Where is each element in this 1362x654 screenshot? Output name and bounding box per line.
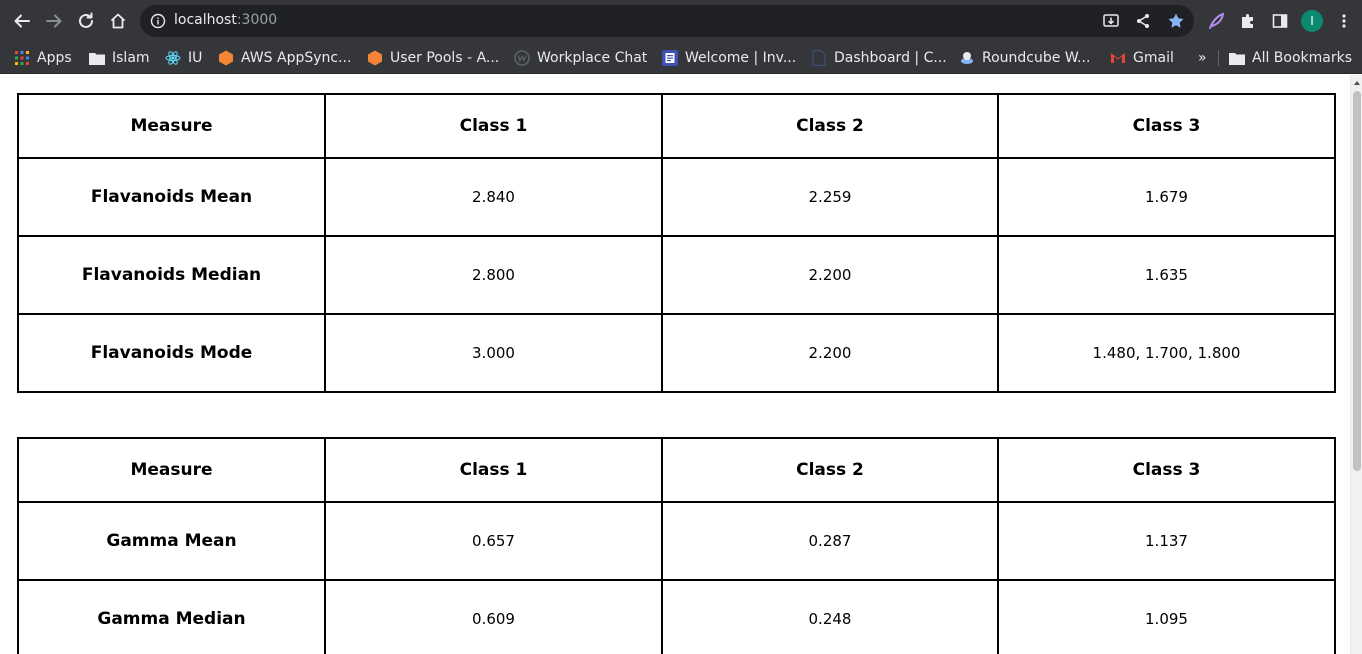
invoice-icon	[662, 50, 678, 66]
measure-cell: Flavanoids Median	[17, 235, 326, 315]
flavanoids-stats-table: Measure Class 1 Class 2 Class 3 Flavanoi…	[17, 93, 1336, 393]
reload-icon[interactable]	[74, 9, 98, 33]
table-header-row: Measure Class 1 Class 2 Class 3	[17, 93, 1336, 159]
page-viewport: Measure Class 1 Class 2 Class 3 Flavanoi…	[0, 75, 1350, 654]
bookmark-label: All Bookmarks	[1252, 50, 1353, 66]
gmail-icon	[1110, 50, 1126, 66]
measure-cell: Gamma Median	[17, 579, 326, 654]
address-bar[interactable]: localhost:3000	[140, 5, 1194, 37]
measure-cell: Flavanoids Mean	[17, 157, 326, 237]
bookmarks-overflow-button[interactable]: »	[1198, 46, 1207, 70]
bookmark-islam[interactable]: Islam	[89, 46, 150, 70]
aws-cognito-icon	[367, 50, 383, 66]
column-header: Measure	[17, 93, 326, 159]
profile-avatar[interactable]: I	[1301, 10, 1323, 32]
browser-toolbar: localhost:3000 I	[0, 0, 1362, 42]
value-cell: 2.200	[661, 313, 999, 393]
bookmark-label: Roundcube W...	[982, 50, 1091, 66]
column-header: Measure	[17, 437, 326, 503]
share-icon[interactable]	[1133, 11, 1153, 31]
value-cell: 1.095	[997, 579, 1336, 654]
bookmark-aws-appsync[interactable]: AWS AppSync...	[218, 46, 351, 70]
table-row: Gamma Median 0.609 0.248 1.095	[17, 579, 1336, 654]
bookmark-label: Apps	[37, 50, 72, 66]
bookmark-iu[interactable]: IU	[165, 46, 202, 70]
url-port: :3000	[236, 12, 278, 28]
value-cell: 1.679	[997, 157, 1336, 237]
value-cell: 2.200	[661, 235, 999, 315]
column-header: Class 3	[997, 437, 1336, 503]
column-header: Class 3	[997, 93, 1336, 159]
measure-cell: Flavanoids Mode	[17, 313, 326, 393]
bookmark-star-icon[interactable]	[1166, 11, 1186, 31]
bookmark-label: Workplace Chat	[537, 50, 648, 66]
feather-extension-icon[interactable]	[1205, 10, 1227, 32]
forward-arrow-icon[interactable]	[42, 9, 66, 33]
bookmark-label: Islam	[112, 50, 150, 66]
value-cell: 1.137	[997, 501, 1336, 581]
column-header: Class 2	[661, 93, 999, 159]
bookmark-welcome-inv[interactable]: Welcome | Inv...	[662, 46, 796, 70]
table-row: Flavanoids Mean 2.840 2.259 1.679	[17, 157, 1336, 237]
measure-cell: Gamma Mean	[17, 501, 326, 581]
value-cell: 2.840	[324, 157, 663, 237]
bookmark-label: Dashboard | C...	[834, 50, 947, 66]
side-panel-icon[interactable]	[1269, 10, 1291, 32]
column-header: Class 2	[661, 437, 999, 503]
extensions-puzzle-icon[interactable]	[1237, 10, 1259, 32]
bookmark-label: IU	[188, 50, 203, 66]
document-icon	[811, 50, 827, 66]
browser-menu-icon[interactable]	[1333, 10, 1355, 32]
bookmark-apps[interactable]: Apps	[14, 46, 72, 70]
back-arrow-icon[interactable]	[10, 9, 34, 33]
bookmark-roundcube[interactable]: Roundcube W...	[959, 46, 1090, 70]
value-cell: 3.000	[324, 313, 663, 393]
value-cell: 0.657	[324, 501, 663, 581]
bookmark-label: Welcome | Inv...	[685, 50, 797, 66]
folder-icon	[89, 50, 105, 66]
address-url: localhost:3000	[174, 12, 277, 28]
scroll-up-arrow-icon[interactable]	[1354, 81, 1360, 85]
aws-appsync-icon	[218, 50, 234, 66]
value-cell: 2.259	[661, 157, 999, 237]
roundcube-icon	[959, 50, 975, 66]
column-header: Class 1	[324, 93, 663, 159]
url-host: localhost	[174, 12, 237, 28]
value-cell: 0.248	[661, 579, 999, 654]
react-icon	[165, 50, 181, 66]
install-app-icon[interactable]	[1101, 11, 1121, 31]
value-cell: 1.480, 1.700, 1.800	[997, 313, 1336, 393]
scrollbar-thumb[interactable]	[1353, 91, 1361, 471]
bookmark-label: Gmail	[1133, 50, 1174, 66]
workplace-icon	[514, 50, 530, 66]
apps-grid-icon	[14, 50, 30, 66]
table-row: Gamma Mean 0.657 0.287 1.137	[17, 501, 1336, 581]
value-cell: 0.609	[324, 579, 663, 654]
bookmarks-divider	[1218, 50, 1219, 66]
gamma-stats-table: Measure Class 1 Class 2 Class 3 Gamma Me…	[17, 437, 1336, 654]
bookmark-gmail[interactable]: Gmail	[1110, 46, 1174, 70]
bookmark-user-pools[interactable]: User Pools - A...	[367, 46, 499, 70]
bookmark-workplace-chat[interactable]: Workplace Chat	[514, 46, 647, 70]
vertical-scrollbar[interactable]	[1350, 75, 1362, 654]
site-info-icon[interactable]	[150, 13, 166, 33]
table-header-row: Measure Class 1 Class 2 Class 3	[17, 437, 1336, 503]
table-row: Flavanoids Median 2.800 2.200 1.635	[17, 235, 1336, 315]
table-row: Flavanoids Mode 3.000 2.200 1.480, 1.700…	[17, 313, 1336, 393]
home-icon[interactable]	[106, 9, 130, 33]
bookmark-dashboard[interactable]: Dashboard | C...	[811, 46, 947, 70]
all-bookmarks-button[interactable]: All Bookmarks	[1229, 46, 1352, 70]
value-cell: 2.800	[324, 235, 663, 315]
folder-icon	[1229, 50, 1245, 66]
value-cell: 0.287	[661, 501, 999, 581]
bookmark-label: User Pools - A...	[390, 50, 500, 66]
bookmark-label: AWS AppSync...	[241, 50, 352, 66]
column-header: Class 1	[324, 437, 663, 503]
value-cell: 1.635	[997, 235, 1336, 315]
